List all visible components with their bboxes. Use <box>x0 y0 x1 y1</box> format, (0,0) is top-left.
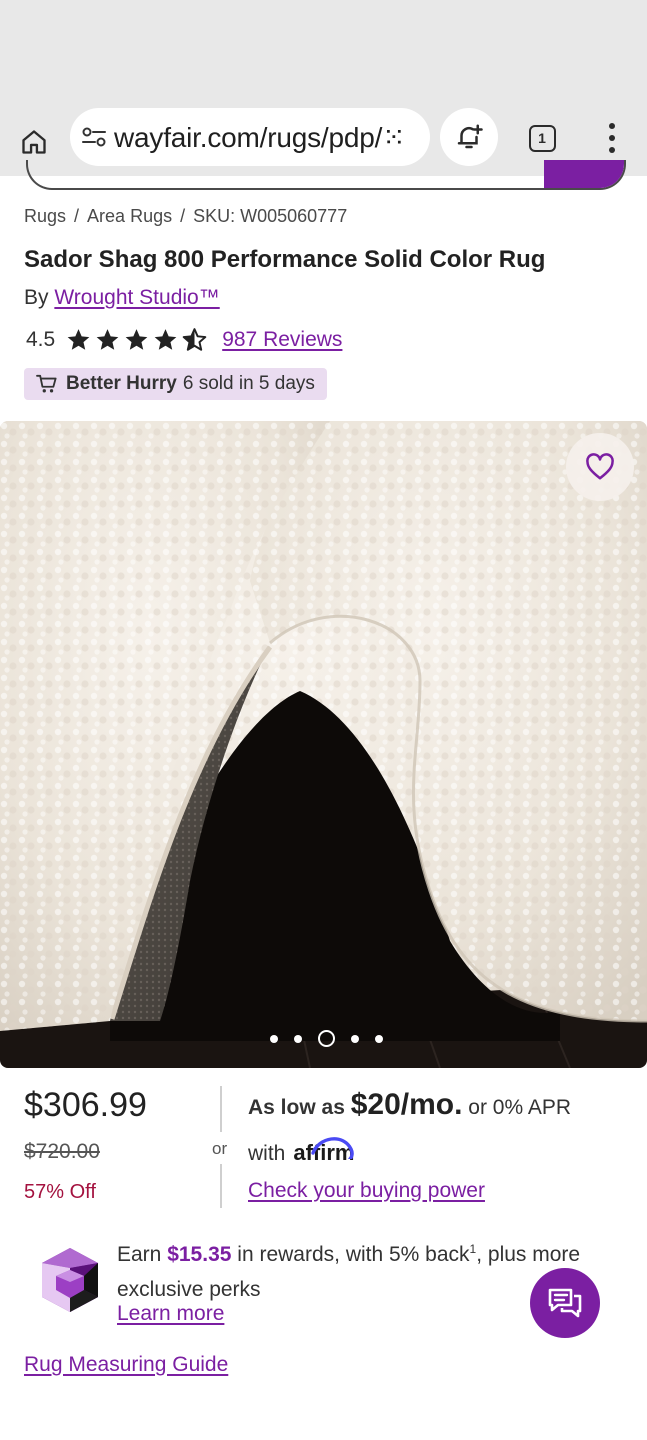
star-full-icon <box>96 329 119 350</box>
carousel-dot-active[interactable] <box>318 1030 335 1047</box>
star-half-icon <box>182 328 207 351</box>
tab-count: 1 <box>528 124 556 152</box>
check-buying-power-link[interactable]: Check your buying power <box>248 1179 485 1203</box>
star-full-icon <box>67 329 90 350</box>
carousel-dot[interactable] <box>351 1034 359 1043</box>
divider <box>220 1164 222 1208</box>
financing-prefix: As low as <box>248 1096 345 1119</box>
breadcrumb-sku: SKU: W005060777 <box>193 206 348 226</box>
status-bar-area <box>0 0 647 108</box>
divider <box>220 1086 222 1132</box>
reviews-link[interactable]: 987 Reviews <box>222 328 342 352</box>
breadcrumb-separator: / <box>180 206 186 226</box>
urgency-label: Better Hurry <box>66 373 177 394</box>
carousel-dot[interactable] <box>270 1034 278 1043</box>
affirm-line: with affirm <box>248 1137 354 1166</box>
carousel-dot[interactable] <box>375 1034 383 1043</box>
chat-bubbles-icon <box>548 1288 582 1318</box>
menu-dot-icon <box>609 123 615 129</box>
home-button[interactable] <box>14 122 54 162</box>
affirm-arc-icon <box>311 1137 355 1159</box>
search-bar-remnant[interactable] <box>26 160 626 190</box>
discount-label: 57% Off <box>24 1181 96 1203</box>
financing-suffix: or 0% APR <box>468 1096 572 1119</box>
current-price: $306.99 <box>24 1086 147 1124</box>
rating-value: 4.5 <box>26 328 56 351</box>
by-label: By <box>24 286 49 309</box>
rewards-gem-icon <box>42 1248 98 1312</box>
rug-measuring-guide-link[interactable]: Rug Measuring Guide <box>24 1353 228 1377</box>
rewards-earn-prefix: Earn <box>117 1243 162 1266</box>
breadcrumb-area-rugs[interactable]: Area Rugs <box>87 206 172 227</box>
rewards-amount: $15.35 <box>167 1243 232 1266</box>
product-title: Sador Shag 800 Performance Solid Color R… <box>24 246 546 273</box>
menu-dot-icon <box>609 135 615 141</box>
chat-button[interactable] <box>530 1268 600 1338</box>
with-label: with <box>248 1142 286 1165</box>
learn-more-link[interactable]: Learn more <box>117 1302 224 1326</box>
star-rating <box>65 327 208 353</box>
or-label: or <box>212 1139 228 1158</box>
urgency-badge: Better Hurry 6 sold in 5 days <box>24 368 327 400</box>
rating-row: 4.5 987 Reviews <box>26 327 342 353</box>
url-text[interactable]: wayfair.com/rugs/pdp/⁙ <box>114 121 406 154</box>
star-full-icon <box>154 329 177 350</box>
image-carousel-indicator <box>270 1030 383 1047</box>
favorite-button[interactable] <box>566 433 634 501</box>
brand-line: By Wrought Studio™ <box>24 286 220 310</box>
cart-icon <box>36 374 57 393</box>
heart-icon <box>586 453 614 480</box>
affirm-logo: affirm <box>293 1137 354 1166</box>
home-icon <box>22 130 46 154</box>
star-full-icon <box>125 329 148 350</box>
browser-menu-button[interactable] <box>594 118 630 158</box>
original-price: $720.00 <box>24 1140 100 1163</box>
urgency-detail: 6 sold in 5 days <box>182 373 315 394</box>
rewards-message: Earn $15.35 in rewards, with 5% back1, p… <box>117 1232 587 1307</box>
search-submit-remnant[interactable] <box>544 160 624 188</box>
notification-button[interactable] <box>440 108 498 166</box>
rewards-earn-middle: in rewards, with 5% back <box>237 1243 470 1266</box>
brand-link[interactable]: Wrought Studio™ <box>54 286 219 309</box>
tab-switcher-button[interactable]: 1 <box>522 122 562 154</box>
financing-amount: $20/mo. <box>350 1088 463 1121</box>
address-bar[interactable]: wayfair.com/rugs/pdp/⁙ <box>70 108 430 166</box>
site-settings-icon[interactable] <box>80 123 108 151</box>
carousel-dot[interactable] <box>294 1034 302 1043</box>
breadcrumb: Rugs / Area Rugs / SKU: W005060777 <box>24 206 347 227</box>
product-image[interactable] <box>0 421 647 1068</box>
bell-plus-icon <box>457 124 483 149</box>
breadcrumb-rugs[interactable]: Rugs <box>24 206 66 227</box>
breadcrumb-separator: / <box>74 206 80 226</box>
menu-dot-icon <box>609 147 615 153</box>
financing-offer: As low as $20/mo. or 0% APR <box>248 1088 571 1122</box>
